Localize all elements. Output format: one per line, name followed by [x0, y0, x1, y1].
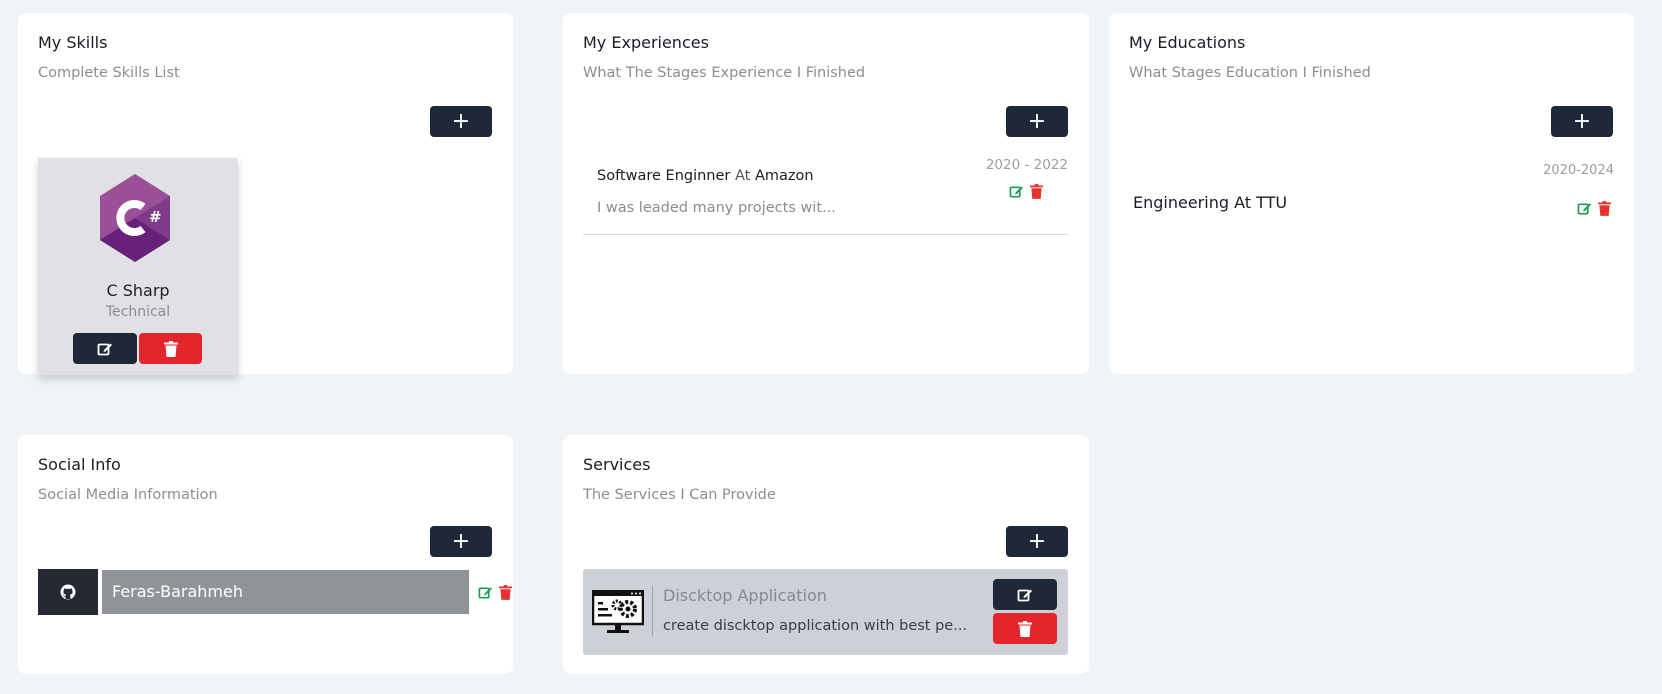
- service-description: create discktop application with best pe…: [663, 618, 968, 634]
- trash-icon: [1018, 620, 1032, 637]
- edit-icon[interactable]: [478, 585, 493, 600]
- social-actions: [478, 585, 512, 600]
- education-title: Engineering At TTU: [1133, 193, 1288, 212]
- social-platform-box: [38, 569, 98, 615]
- social-subtitle: Social Media Information: [38, 487, 218, 503]
- github-icon: [60, 584, 76, 600]
- edit-icon: [97, 343, 112, 355]
- edit-icon: [1017, 589, 1032, 601]
- experience-at: At: [734, 168, 751, 184]
- skill-item: # C Sharp Technical: [38, 158, 238, 375]
- delete-skill-button[interactable]: [139, 333, 202, 364]
- add-service-button[interactable]: +: [1006, 526, 1068, 557]
- edit-service-button[interactable]: [993, 579, 1057, 610]
- education-actions: [1577, 201, 1611, 216]
- services-card: Services The Services I Can Provide + Di…: [563, 435, 1089, 674]
- experience-description: I was leaded many projects wit...: [597, 200, 836, 216]
- social-card: Social Info Social Media Information + F…: [18, 435, 513, 674]
- svg-text:#: #: [149, 208, 162, 226]
- skills-title: My Skills: [38, 33, 108, 52]
- experiences-card: My Experiences What The Stages Experienc…: [563, 13, 1089, 374]
- education-years: 2020-2024: [1543, 163, 1614, 178]
- educations-title: My Educations: [1129, 33, 1246, 52]
- skills-card: My Skills Complete Skills List + # C Sha…: [18, 13, 513, 375]
- add-skill-button[interactable]: +: [430, 106, 492, 137]
- desktop-app-icon: [592, 590, 644, 633]
- trash-icon[interactable]: [1598, 201, 1611, 216]
- services-title: Services: [583, 455, 651, 474]
- services-subtitle: The Services I Can Provide: [583, 487, 776, 503]
- experience-position: Software Enginner: [597, 168, 731, 184]
- service-divider: [652, 586, 653, 636]
- trash-icon: [163, 340, 178, 357]
- skill-type: Technical: [105, 304, 171, 320]
- social-username-field[interactable]: Feras-Barahmeh: [102, 570, 469, 614]
- experiences-title: My Experiences: [583, 33, 709, 52]
- add-education-button[interactable]: +: [1551, 106, 1613, 137]
- experience-actions: [1009, 184, 1043, 199]
- experience-title: Software Enginner At Amazon: [597, 168, 814, 184]
- trash-icon[interactable]: [1030, 184, 1043, 199]
- educations-subtitle: What Stages Education I Finished: [1129, 65, 1371, 81]
- experience-item: Software Enginner At Amazon I was leaded…: [583, 151, 1068, 235]
- add-experience-button[interactable]: +: [1006, 106, 1068, 137]
- educations-card: My Educations What Stages Education I Fi…: [1109, 13, 1634, 374]
- add-social-button[interactable]: +: [430, 526, 492, 557]
- service-title: Discktop Application: [663, 586, 827, 605]
- skills-subtitle: Complete Skills List: [38, 65, 180, 81]
- trash-icon[interactable]: [499, 585, 512, 600]
- delete-service-button[interactable]: [993, 613, 1057, 644]
- edit-icon[interactable]: [1009, 184, 1024, 199]
- skill-name: C Sharp: [106, 281, 170, 300]
- experience-company: Amazon: [754, 168, 814, 184]
- experience-years: 2020 - 2022: [985, 157, 1068, 173]
- service-item: Discktop Application create discktop app…: [583, 569, 1068, 655]
- experiences-subtitle: What The Stages Experience I Finished: [583, 65, 866, 81]
- edit-icon[interactable]: [1577, 201, 1592, 216]
- social-title: Social Info: [38, 455, 121, 474]
- csharp-logo: #: [100, 174, 170, 262]
- edit-skill-button[interactable]: [73, 333, 137, 364]
